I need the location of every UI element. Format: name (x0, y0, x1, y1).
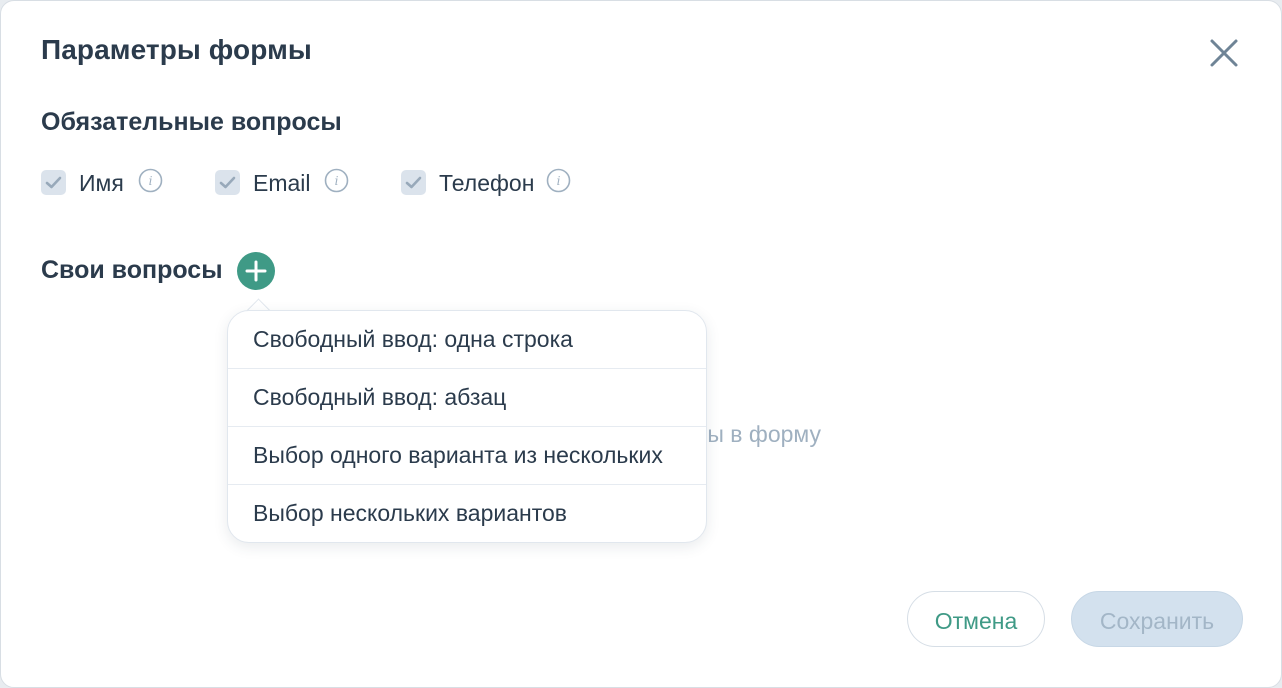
check-icon (45, 176, 62, 189)
dialog-title: Параметры формы (41, 34, 312, 65)
question-type-menu: Свободный ввод: одна строка Свободный вв… (227, 310, 707, 543)
name-info-icon[interactable]: i (138, 168, 163, 193)
name-label: Имя (79, 170, 124, 196)
add-question-button[interactable] (237, 252, 275, 290)
name-checkbox[interactable] (41, 170, 66, 195)
check-icon (405, 176, 422, 189)
email-info-icon[interactable]: i (324, 168, 349, 193)
phone-checkbox[interactable] (401, 170, 426, 195)
close-icon (1210, 39, 1238, 67)
required-questions-title: Обязательные вопросы (41, 108, 342, 136)
save-button[interactable]: Сохранить (1071, 591, 1243, 647)
menu-item-paragraph[interactable]: Свободный ввод: абзац (228, 369, 706, 426)
form-settings-dialog: Параметры формы Обязательные вопросы Имя… (0, 0, 1282, 688)
close-button[interactable] (1207, 36, 1241, 70)
plus-icon (245, 260, 267, 282)
svg-text:i: i (149, 174, 153, 188)
svg-text:i: i (335, 174, 339, 188)
phone-label: Телефон (439, 170, 535, 196)
menu-item-single-line[interactable]: Свободный ввод: одна строка (228, 311, 706, 368)
svg-text:i: i (557, 174, 561, 188)
email-label: Email (253, 170, 311, 196)
menu-item-multiple-choice[interactable]: Выбор нескольких вариантов (228, 485, 706, 542)
custom-questions-title: Свои вопросы (41, 256, 223, 284)
email-checkbox[interactable] (215, 170, 240, 195)
menu-item-single-choice[interactable]: Выбор одного варианта из нескольких (228, 427, 706, 484)
cancel-button[interactable]: Отмена (907, 591, 1045, 647)
check-icon (219, 176, 236, 189)
phone-info-icon[interactable]: i (546, 168, 571, 193)
